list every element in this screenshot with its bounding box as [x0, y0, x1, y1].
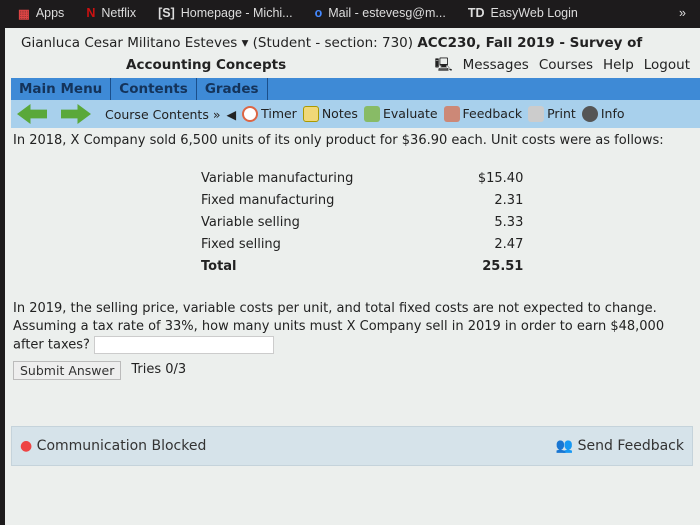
question-area: In 2018, X Company sold 6,500 units of i… [5, 128, 700, 384]
toolbar: Course Contents » ◀ Timer Notes Evaluate… [11, 100, 700, 128]
print-button[interactable]: Print [528, 106, 576, 123]
bookmark-easyweb[interactable]: TD EasyWeb Login [468, 6, 578, 20]
back-arrow-icon[interactable] [17, 104, 47, 124]
feedback-button[interactable]: Feedback [443, 106, 522, 123]
blocked-icon: ● [20, 438, 33, 454]
communication-status: ● Communication Blocked [20, 438, 207, 454]
thumbs-up-icon [363, 106, 380, 123]
table-row: Fixed selling 2.47 [201, 237, 524, 252]
course-title: ACC230, Fall 2019 - Survey of [417, 35, 643, 51]
course-header: Gianluca Cesar Militano Esteves ▾ (Stude… [5, 28, 700, 76]
netflix-icon: N [86, 6, 96, 20]
total-row: Total 25.51 [201, 259, 524, 274]
bookmark-homepage[interactable]: [S] Homepage - Michi... [158, 6, 293, 20]
link-courses[interactable]: Courses [539, 54, 593, 76]
feedback-people-icon: 👥 [555, 438, 574, 454]
apps-grid-icon: ▦ [18, 6, 30, 21]
timer-button[interactable]: Timer [242, 106, 297, 123]
table-row: Fixed manufacturing 2.31 [201, 193, 524, 208]
role-text: (Student - section: 730) [252, 35, 414, 51]
submit-answer-button[interactable]: Submit Answer [13, 360, 122, 380]
question-prompt: In 2019, the selling price, variable cos… [13, 301, 665, 354]
stopwatch-icon [242, 106, 259, 123]
tab-contents[interactable]: Contents [111, 78, 197, 100]
page: Gianluca Cesar Militano Esteves ▾ (Stude… [5, 28, 700, 525]
question-intro: In 2018, X Company sold 6,500 units of i… [13, 133, 664, 148]
table-row: Variable selling 5.33 [201, 215, 524, 230]
collapse-arrow-icon[interactable]: ◀ [226, 107, 236, 122]
bookmark-apps[interactable]: ▦ Apps [18, 6, 64, 21]
bookmarks-bar: ▦ Apps N Netflix [S] Homepage - Michi... oM… [0, 0, 700, 26]
tab-grades[interactable]: Grades [197, 78, 268, 100]
link-logout[interactable]: Logout [644, 54, 690, 76]
course-contents-link[interactable]: Course Contents » [105, 107, 220, 122]
link-messages[interactable]: Messages [463, 54, 529, 76]
link-help[interactable]: Help [603, 54, 634, 76]
tab-main-menu[interactable]: Main Menu [11, 78, 112, 100]
bookmarks-more[interactable]: » [679, 6, 686, 20]
send-feedback-button[interactable]: 👥 Send Feedback [556, 438, 684, 454]
table-row: Variable manufacturing $15.40 [201, 171, 524, 186]
forward-arrow-icon[interactable] [61, 104, 91, 124]
notes-button[interactable]: Notes [302, 106, 358, 123]
main-nav: Main Menu Contents Grades [11, 78, 700, 100]
course-title-cont: Accounting Concepts [126, 57, 287, 73]
computer-icon: 🖳 [434, 57, 453, 73]
outlook-icon: o [314, 6, 323, 20]
bookmark-netflix[interactable]: N Netflix [86, 6, 136, 20]
unit-cost-table: Variable manufacturing $15.40 Fixed manuf… [201, 168, 523, 278]
evaluate-button[interactable]: Evaluate [363, 106, 438, 123]
footer-bar: ● Communication Blocked 👥 Send Feedback [11, 426, 693, 466]
notes-icon [302, 106, 319, 123]
bookmark-mail[interactable]: o Mail - estevesg@m... [315, 6, 446, 20]
feedback-icon [443, 106, 460, 123]
user-menu[interactable]: Gianluca Cesar Militano Esteves ▾ [21, 35, 248, 51]
answer-input[interactable] [94, 336, 275, 354]
td-icon: TD [467, 6, 485, 20]
s-logo-icon: [S] [158, 6, 175, 20]
printer-icon [528, 106, 545, 123]
info-icon [581, 106, 598, 123]
tries-counter: Tries 0/3 [131, 362, 187, 377]
info-button[interactable]: Info [581, 106, 625, 123]
